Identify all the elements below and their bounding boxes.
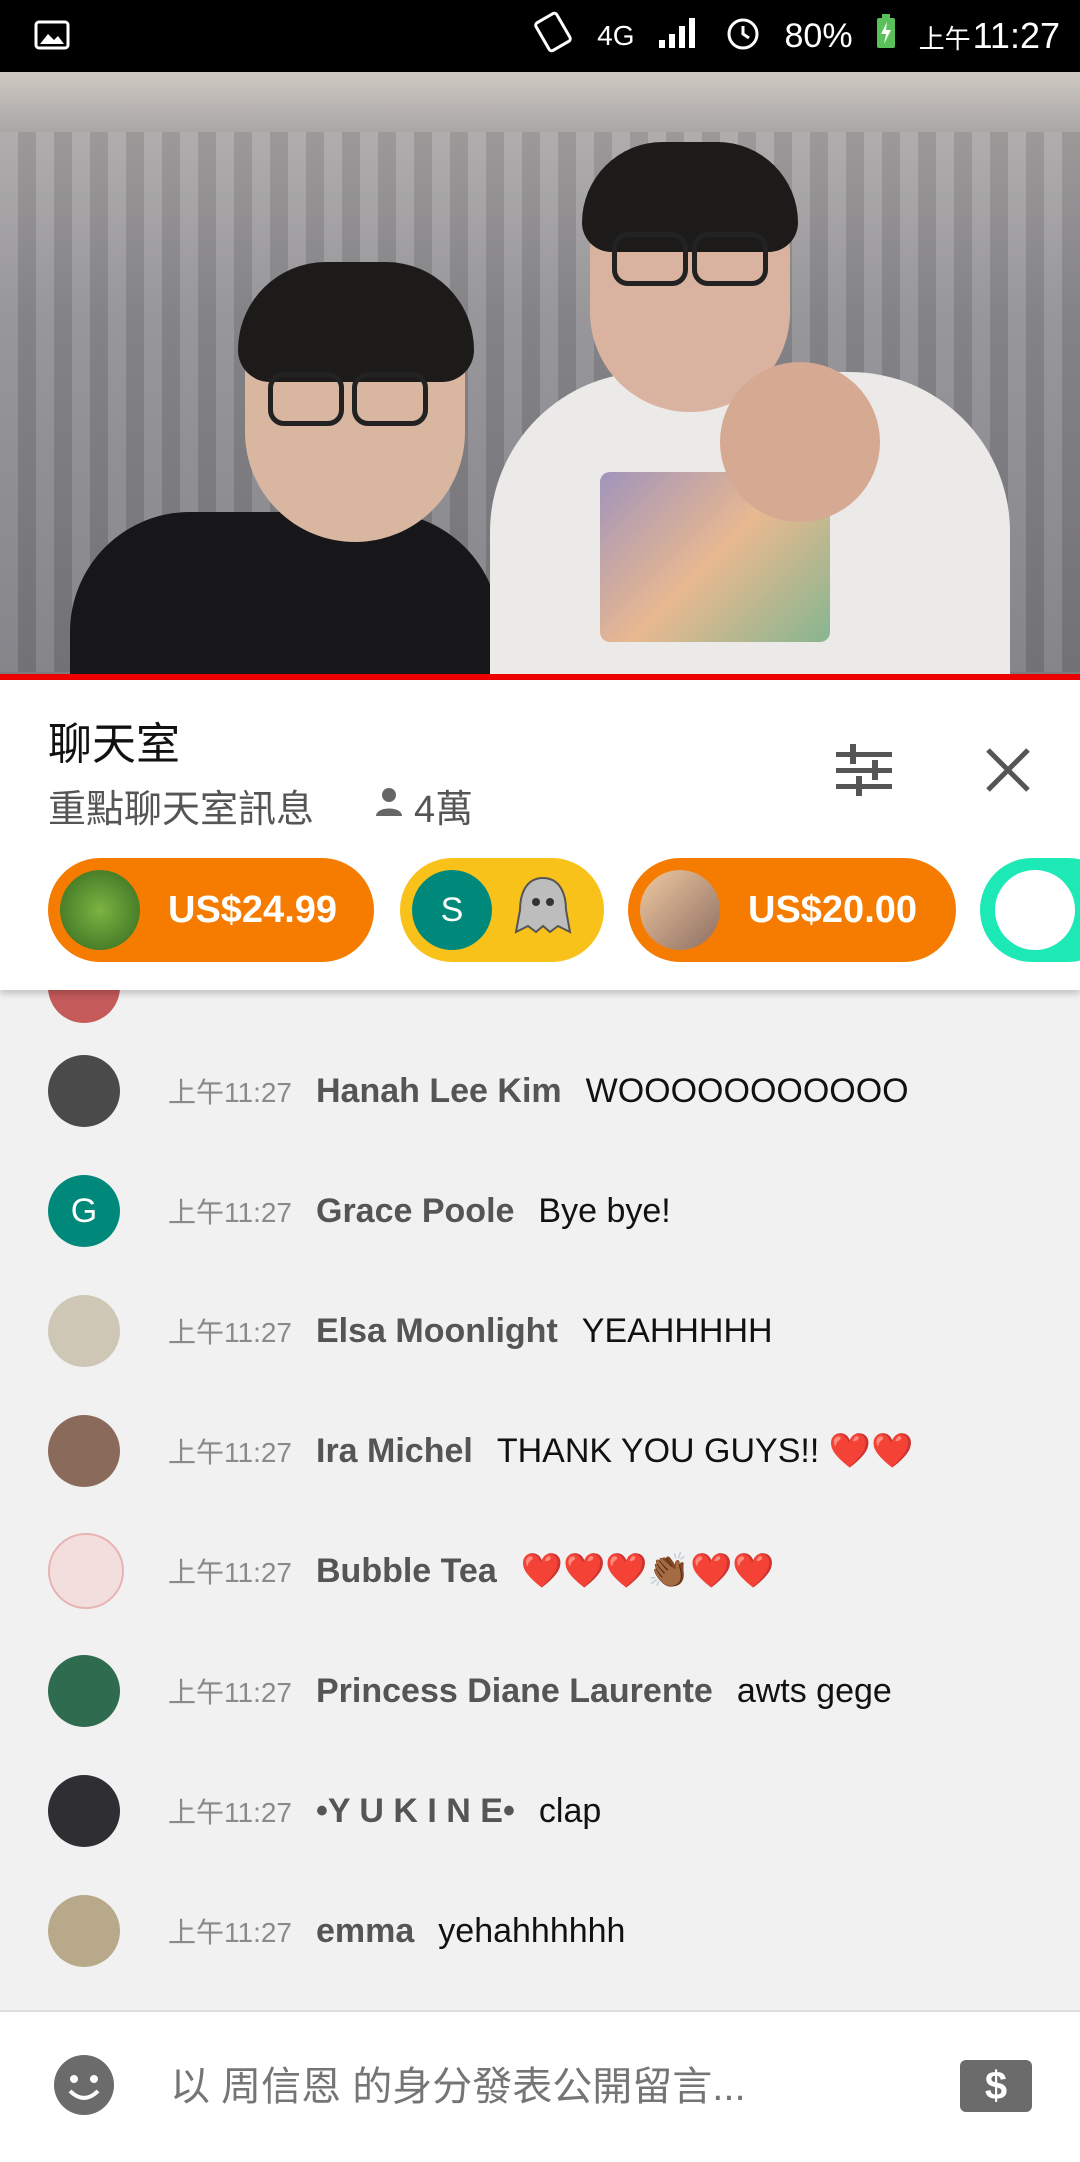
- chat-message-input[interactable]: [168, 2058, 892, 2116]
- sliders-icon: [836, 744, 892, 796]
- superchat-amount: US$24.99: [168, 888, 338, 931]
- message-time: 上午11:27: [168, 1437, 292, 1468]
- message-time: 上午11:27: [168, 1677, 292, 1708]
- glasses-right-1: [612, 232, 688, 286]
- message-text: ❤️❤️❤️👏🏾❤️❤️: [520, 1552, 775, 1590]
- avatar: [48, 1295, 120, 1367]
- alarm-icon: [723, 12, 763, 61]
- superchat-chip[interactable]: US$20.00: [628, 858, 956, 962]
- avatar: [48, 1533, 124, 1609]
- chat-message-partial: [0, 990, 1080, 1032]
- avatar: [48, 1895, 120, 1967]
- photo-avatar-icon: [640, 870, 720, 950]
- message-time: 上午11:27: [168, 1077, 292, 1108]
- chat-message[interactable]: 上午11:27 emma yehahhhhhh: [0, 1886, 1080, 1976]
- status-bar: 4G 80% 上午 11:27: [0, 0, 1080, 72]
- chat-message[interactable]: 上午11:27 Princess Diane Laurente awts gege: [0, 1646, 1080, 1736]
- chat-message[interactable]: 上午11:27 •Y U K I N E• clap: [0, 1766, 1080, 1856]
- rotate-icon: [531, 10, 575, 63]
- message-author[interactable]: Elsa Moonlight: [316, 1312, 558, 1350]
- message-text: WOOOOOOOOOOO: [585, 1072, 909, 1110]
- battery-percent: 80%: [784, 16, 853, 55]
- glasses-right-2: [692, 232, 768, 286]
- message-time: 上午11:27: [168, 1317, 292, 1348]
- clock: 11:27: [972, 15, 1060, 56]
- superchat-ticker: US$24.99 S US$20.00: [0, 856, 1080, 968]
- chat-message[interactable]: 上午11:27 Bubble Tea ❤️❤️❤️👏🏾❤️❤️: [0, 1526, 1080, 1616]
- avatar: [48, 1655, 120, 1727]
- avatar: [48, 1415, 120, 1487]
- signal-icon: [657, 14, 701, 59]
- ghost-sticker-icon: [508, 870, 578, 950]
- cartoon-avatar-icon: [992, 867, 1078, 953]
- video-player[interactable]: [0, 72, 1080, 674]
- time-prefix: 上午: [918, 24, 971, 54]
- message-time: 上午11:27: [168, 1197, 292, 1228]
- network-label: 4G: [597, 20, 635, 51]
- message-text: YEAHHHHH: [581, 1312, 773, 1350]
- superchat-chip[interactable]: [980, 858, 1080, 962]
- message-text: awts gege: [736, 1672, 892, 1710]
- avatar-letter: S: [440, 890, 464, 929]
- close-button[interactable]: [980, 742, 1036, 798]
- message-text: THANK YOU GUYS!! ❤️❤️: [496, 1432, 914, 1470]
- message-time: 上午11:27: [168, 1557, 292, 1588]
- super-chat-button[interactable]: $: [960, 2060, 1032, 2112]
- chat-message-list[interactable]: 上午11:27 Hanah Lee Kim WOOOOOOOOOOO G 上午11:…: [0, 990, 1080, 2010]
- person-icon: [372, 784, 406, 828]
- chat-message[interactable]: 上午11:27 Hanah Lee Kim WOOOOOOOOOOO: [0, 1046, 1080, 1136]
- viewer-count: 4萬: [372, 778, 473, 833]
- message-author[interactable]: •Y U K I N E•: [316, 1792, 515, 1830]
- superchat-chip[interactable]: US$24.99: [48, 858, 374, 962]
- emoji-button[interactable]: [54, 2055, 114, 2115]
- superchat-chip[interactable]: S: [400, 858, 604, 962]
- avatar: [48, 1775, 120, 1847]
- message-text: yehahhhhhh: [438, 1912, 626, 1950]
- viewer-count-value: 4萬: [414, 789, 474, 831]
- avatar: G: [48, 1175, 120, 1247]
- message-author[interactable]: Princess Diane Laurente: [316, 1672, 713, 1710]
- glasses-left-2: [352, 372, 428, 426]
- message-author[interactable]: Hanah Lee Kim: [316, 1072, 562, 1110]
- message-time: 上午11:27: [168, 1917, 292, 1948]
- chat-message[interactable]: 上午11:27 Ira Michel THANK YOU GUYS!! ❤️❤️: [0, 1406, 1080, 1496]
- gallery-icon: [34, 20, 70, 55]
- dollar-icon: $: [984, 2063, 1008, 2108]
- chat-message[interactable]: G 上午11:27 Grace Poole Bye bye!: [0, 1166, 1080, 1256]
- person-left-body: [70, 512, 500, 674]
- avatar: [48, 990, 120, 1023]
- message-author[interactable]: Ira Michel: [316, 1432, 473, 1470]
- glasses-left-1: [268, 372, 344, 426]
- close-icon: [986, 748, 1030, 792]
- message-time: 上午11:27: [168, 1797, 292, 1828]
- message-text: Bye bye!: [538, 1192, 671, 1230]
- person-right-hair: [582, 142, 798, 252]
- message-text: clap: [538, 1792, 602, 1830]
- message-author[interactable]: Bubble Tea: [316, 1552, 497, 1590]
- pointing-hand: [720, 362, 880, 522]
- filter-button[interactable]: [832, 738, 896, 802]
- message-author[interactable]: emma: [316, 1912, 414, 1950]
- avatar: S: [412, 870, 492, 950]
- avatar-letter: G: [70, 1191, 98, 1230]
- chat-mode-label[interactable]: 重點聊天室訊息: [48, 778, 314, 833]
- chat-title: 聊天室: [48, 720, 180, 769]
- superchat-amount: US$20.00: [748, 888, 918, 931]
- message-author[interactable]: Grace Poole: [316, 1192, 514, 1230]
- smiley-icon: [68, 2075, 100, 2100]
- battery-icon: [875, 13, 897, 59]
- chat-message[interactable]: 上午11:27 Elsa Moonlight YEAHHHHH: [0, 1286, 1080, 1376]
- person-left-hair: [238, 262, 474, 382]
- avatar: [48, 1055, 120, 1127]
- leaf-avatar-icon: [60, 870, 140, 950]
